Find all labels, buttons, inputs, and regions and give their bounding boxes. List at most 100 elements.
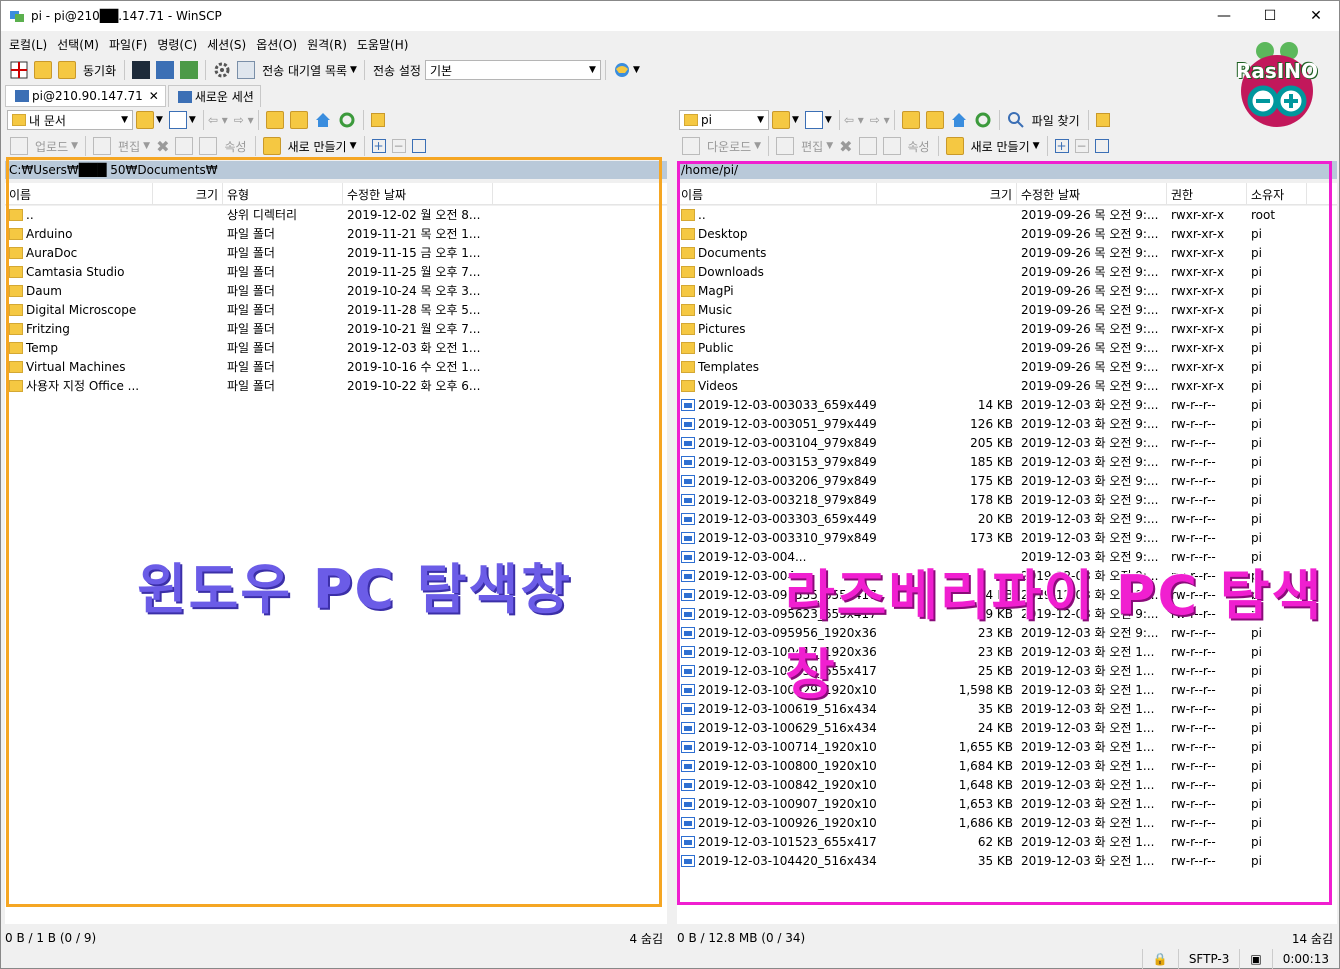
table-row[interactable]: Digital Microscope 파일 폴더 2019-11-28 목 오후 5… [5,301,667,320]
search-icon[interactable] [1007,111,1025,129]
table-row[interactable]: Desktop 2019-09-26 목 오전 9:... rwxr-xr-x pi [677,225,1337,244]
table-row[interactable]: 2019-12-03-003104_979x849... 205 KB 2019-1… [677,434,1337,453]
parent-dir-icon[interactable] [265,111,284,129]
local-file-list[interactable]: .. 상위 디렉터리 2019-12-02 월 오전 8... Arduino 파일 폴… [5,206,667,924]
remote-path-bar[interactable]: /home/pi/ [677,161,1337,179]
properties-button[interactable]: 속성 [908,138,930,155]
rename-icon[interactable] [858,137,877,155]
table-row[interactable]: Daum 파일 폴더 2019-10-24 목 오후 3... [5,282,667,301]
remote-col-name[interactable]: 이름 [677,183,877,205]
remote-col-size[interactable]: 크기 [877,183,1017,205]
table-row[interactable]: 2019-12-03-003033_659x449... 14 KB 2019-12… [677,396,1337,415]
table-row[interactable]: 2019-12-03-100842_1920x10... 1,648 KB 2019… [677,776,1337,795]
table-row[interactable]: 2019-12-03-095623_655x417... 19 KB 2019-12… [677,605,1337,624]
chevron-down-icon[interactable]: ▼ [156,115,163,125]
table-row[interactable]: 2019-12-03-100800_1920x10... 1,684 KB 2019… [677,757,1337,776]
table-row[interactable]: Virtual Machines 파일 폴더 2019-10-16 수 오전 1..… [5,358,667,377]
menu-files[interactable]: 파일(F) [109,36,147,53]
transfer-preset-select[interactable]: 기본 ▼ [424,60,601,80]
local-col-name[interactable]: 이름 [5,183,153,205]
table-row[interactable]: Templates 2019-09-26 목 오전 9:... rwxr-xr-x p… [677,358,1337,377]
table-row[interactable]: 2019-12-03-100619_516x434... 35 KB 2019-12… [677,700,1337,719]
local-col-size[interactable]: 크기 [153,183,223,205]
table-row[interactable]: .. 2019-09-26 목 오전 9:... rwxr-xr-x root [677,206,1337,225]
table-row[interactable]: 2019-12-03-101523_655x417... 62 KB 2019-12… [677,833,1337,852]
root-dir-icon[interactable] [289,111,308,129]
table-row[interactable]: 사용자 지정 Office ... 파일 폴더 2019-10-22 화 오후 6.… [5,377,667,396]
putty-icon[interactable] [156,61,175,79]
menu-options[interactable]: 옵션(O) [256,36,297,53]
remote-col-owner[interactable]: 소유자 [1247,183,1307,205]
upload-button[interactable]: 업로드 [35,138,68,155]
local-drive-select[interactable]: 내 문서 ▼ [7,110,133,130]
filter-select-icon[interactable] [411,139,426,153]
remote-col-perm[interactable]: 권한 [1167,183,1247,205]
table-row[interactable]: AuraDoc 파일 폴더 2019-11-15 금 오후 1... [5,244,667,263]
refresh-icon[interactable] [338,111,356,129]
table-row[interactable]: 2019-12-03-003310_979x849... 173 KB 2019-1… [677,529,1337,548]
synchronize-button[interactable]: 동기화 [83,62,116,79]
home-icon[interactable] [950,111,968,129]
chevron-down-icon[interactable]: ▼ [350,141,357,151]
queue-icon[interactable] [237,61,256,79]
table-row[interactable]: Documents 2019-09-26 목 오전 9:... rwxr-xr-x p… [677,244,1337,263]
table-row[interactable]: Music 2019-09-26 목 오전 9:... rwxr-xr-x pi [677,301,1337,320]
table-row[interactable]: 2019-12-03-095555_655x417... 4 KB 2019-12-… [677,586,1337,605]
root-dir-icon[interactable] [925,111,944,129]
gear-icon[interactable] [213,61,231,79]
menu-remote[interactable]: 원격(R) [307,36,347,53]
table-row[interactable]: Camtasia Studio 파일 폴더 2019-11-25 월 오후 7... [5,263,667,282]
forward-arrow-icon[interactable]: ⇨ ▾ [870,113,890,127]
table-row[interactable]: 2019-12-03-100629_516x434... 24 KB 2019-12… [677,719,1337,738]
table-row[interactable]: 2019-12-03-100907_1920x10... 1,653 KB 2019… [677,795,1337,814]
tree-icon[interactable] [370,113,385,127]
table-row[interactable]: Downloads 2019-09-26 목 오전 9:... rwxr-xr-x p… [677,263,1337,282]
filter-icon[interactable] [168,111,187,129]
remote-drive-select[interactable]: pi ▼ [679,110,769,130]
table-row[interactable]: Temp 파일 폴더 2019-12-03 화 오전 1... [5,339,667,358]
sync-browse-icon[interactable] [34,61,52,79]
chevron-down-icon[interactable]: ▼ [350,65,357,75]
table-row[interactable]: 2019-12-03-100714_1920x10... 1,655 KB 2019… [677,738,1337,757]
chevron-down-icon[interactable]: ▼ [1033,141,1040,151]
compare-icon[interactable] [10,61,28,79]
download-button[interactable]: 다운로드 [707,138,751,155]
table-row[interactable]: Fritzing 파일 폴더 2019-10-21 월 오후 7... [5,320,667,339]
close-icon[interactable]: ✕ [149,89,159,103]
forward-arrow-icon[interactable]: ⇨ ▾ [234,113,254,127]
queue-list-button[interactable]: 전송 대기열 목록 [262,62,347,79]
find-files-button[interactable]: 파일 찾기 [1032,112,1080,129]
table-row[interactable]: 2019-12-03-095956_1920x36... 23 KB 2019-12… [677,624,1337,643]
chevron-down-icon[interactable]: ▼ [825,115,832,125]
table-row[interactable]: MagPi 2019-09-26 목 오전 9:... rwxr-xr-x pi [677,282,1337,301]
new-button[interactable]: 새로 만들기 [971,138,1030,155]
menu-session[interactable]: 세션(S) [207,36,246,53]
back-arrow-icon[interactable]: ⇦ ▾ [208,113,228,127]
table-row[interactable]: Public 2019-09-26 목 오전 9:... rwxr-xr-x pi [677,339,1337,358]
delete-icon[interactable]: ✖ [156,137,169,156]
table-row[interactable]: 2019-12-03-003051_979x449... 126 KB 2019-1… [677,415,1337,434]
filter-icon[interactable] [804,111,823,129]
filter-select-icon[interactable] [1094,139,1109,153]
synchronize-icon[interactable] [58,61,76,79]
new-button[interactable]: 새로 만들기 [288,138,347,155]
menu-local[interactable]: 로컬(L) [9,36,47,53]
chevron-down-icon[interactable]: ▼ [792,115,799,125]
unselect-icon[interactable]: − [1074,139,1089,153]
tree-icon[interactable] [1095,113,1110,127]
menu-mark[interactable]: 선택(M) [57,36,99,53]
refresh-session-icon[interactable] [180,61,199,79]
minimize-button[interactable]: — [1201,1,1247,31]
table-row[interactable]: 2019-12-03-100926_1920x10... 1,686 KB 2019… [677,814,1337,833]
select-all-icon[interactable]: + [371,139,386,153]
home-icon[interactable] [314,111,332,129]
local-col-type[interactable]: 유형 [223,183,343,205]
table-row[interactable]: Pictures 2019-09-26 목 오전 9:... rwxr-xr-x pi [677,320,1337,339]
menu-help[interactable]: 도움말(H) [357,36,409,53]
table-row[interactable]: 2019-12-03-100439_655x417... 25 KB 2019-12… [677,662,1337,681]
back-arrow-icon[interactable]: ⇦ ▾ [844,113,864,127]
table-row[interactable]: 2019-12-03-100529_1920x10... 1,598 KB 2019… [677,681,1337,700]
local-col-date[interactable]: 수정한 날짜 [343,183,493,205]
select-all-icon[interactable]: + [1054,139,1069,153]
properties-button[interactable]: 속성 [224,138,246,155]
